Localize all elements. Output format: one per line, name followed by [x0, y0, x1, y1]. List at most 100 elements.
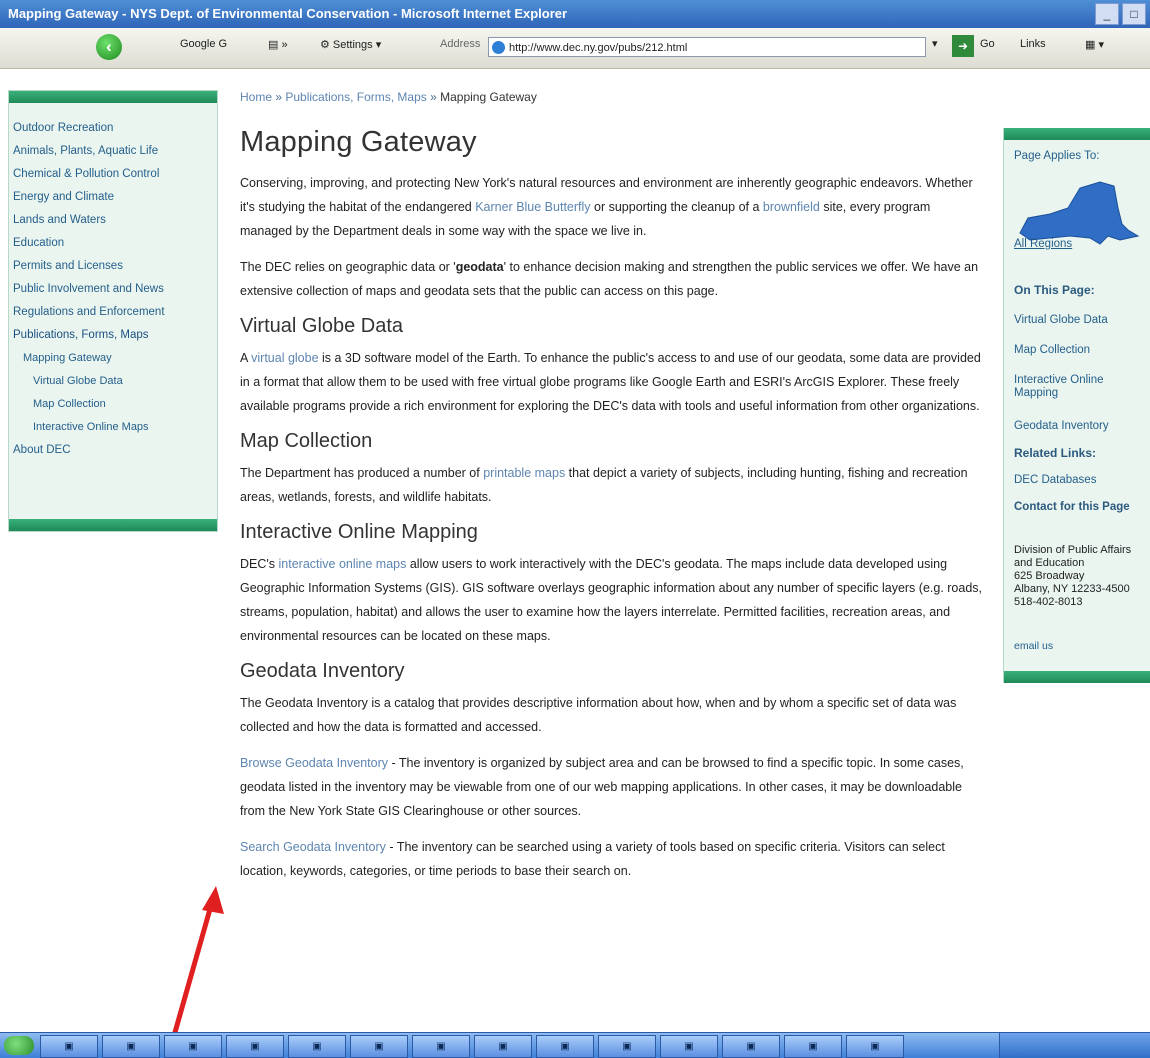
- mc-text-a: The Department has produced a number of: [240, 466, 484, 480]
- system-tray[interactable]: [999, 1033, 1150, 1058]
- karner-blue-link[interactable]: Karner Blue Butterfly: [475, 200, 590, 214]
- browse-geodata-link[interactable]: Browse Geodata Inventory: [240, 756, 388, 770]
- go-button[interactable]: ➜: [952, 35, 974, 57]
- virtual-globe-paragraph: A virtual globe is a 3D software model o…: [240, 346, 985, 418]
- nav-item-lands-waters[interactable]: Lands and Waters: [13, 209, 217, 232]
- search-geodata-link[interactable]: Search Geodata Inventory: [240, 840, 386, 854]
- taskbar-tasks: ▣ ▣ ▣ ▣ ▣ ▣ ▣ ▣ ▣ ▣ ▣ ▣ ▣ ▣: [40, 1035, 904, 1058]
- brownfield-link[interactable]: brownfield: [763, 200, 820, 214]
- taskbar-item[interactable]: ▣: [474, 1035, 532, 1058]
- nav-item-energy-climate[interactable]: Energy and Climate: [13, 186, 217, 209]
- nav-item-animals-plants[interactable]: Animals, Plants, Aquatic Life: [13, 140, 217, 163]
- taskbar-item[interactable]: ▣: [102, 1035, 160, 1058]
- dropdown-arrow-icon[interactable]: ▾: [932, 37, 938, 50]
- virtual-globe-link[interactable]: virtual globe: [251, 351, 318, 365]
- breadcrumb-separator: »: [275, 90, 286, 104]
- nav-item-permits-licenses[interactable]: Permits and Licenses: [13, 255, 217, 278]
- left-navigation: Outdoor Recreation Animals, Plants, Aqua…: [8, 90, 218, 532]
- taskbar-item[interactable]: ▣: [226, 1035, 284, 1058]
- breadcrumb-home-link[interactable]: Home: [240, 90, 272, 104]
- back-button[interactable]: ‹: [96, 34, 122, 60]
- nav-item-education[interactable]: Education: [13, 232, 217, 255]
- window-titlebar: Mapping Gateway - NYS Dept. of Environme…: [0, 0, 1150, 28]
- otp-link-interactive[interactable]: Interactive Online Mapping: [1014, 374, 1134, 400]
- nav-item-public-involvement[interactable]: Public Involvement and News: [13, 278, 217, 301]
- address-bar[interactable]: http://www.dec.ny.gov/pubs/212.html: [488, 37, 926, 57]
- breadcrumb: Home » Publications, Forms, Maps » Mappi…: [240, 90, 985, 112]
- nav-item-publications[interactable]: Publications, Forms, Maps: [13, 324, 217, 347]
- search-paragraph: Search Geodata Inventory - The inventory…: [240, 835, 985, 883]
- taskbar-item[interactable]: ▣: [288, 1035, 346, 1058]
- intro-paragraph-2: The DEC relies on geographic data or 'ge…: [240, 255, 985, 303]
- interactive-maps-link[interactable]: interactive online maps: [279, 557, 407, 571]
- otp-link-map-collection[interactable]: Map Collection: [1014, 344, 1090, 356]
- taskbar-item[interactable]: ▣: [164, 1035, 222, 1058]
- intro2-text-a: The DEC relies on geographic data or ': [240, 260, 456, 274]
- nav-item-mapping-gateway[interactable]: Mapping Gateway: [13, 347, 217, 370]
- settings-button[interactable]: ⚙ Settings ▾: [320, 38, 381, 51]
- window-title: Mapping Gateway - NYS Dept. of Environme…: [8, 6, 568, 21]
- taskbar-item[interactable]: ▣: [350, 1035, 408, 1058]
- right-sidebar: Page Applies To: All Regions On This Pag…: [1003, 128, 1150, 683]
- intro1-text-b: or supporting the cleanup of a: [590, 200, 763, 214]
- taskbar-item[interactable]: ▣: [722, 1035, 780, 1058]
- breadcrumb-publications-link[interactable]: Publications, Forms, Maps: [285, 90, 426, 104]
- browser-toolbar: ‹ Google G ▤ » ⚙ Settings ▾ Address http…: [0, 28, 1150, 69]
- taskbar-item[interactable]: ▣: [40, 1035, 98, 1058]
- taskbar-item[interactable]: ▣: [784, 1035, 842, 1058]
- otp-link-geodata[interactable]: Geodata Inventory: [1014, 420, 1109, 432]
- breadcrumb-current: Mapping Gateway: [440, 90, 537, 104]
- taskbar-item[interactable]: ▣: [598, 1035, 656, 1058]
- links-label[interactable]: Links: [1020, 38, 1046, 50]
- nav-bottom-bar: [9, 519, 217, 531]
- red-annotation-arrow: [165, 886, 224, 1057]
- ie-page-icon: [492, 41, 505, 54]
- toolbar-extra-icon[interactable]: ▦ ▾: [1085, 38, 1104, 51]
- start-button[interactable]: [4, 1036, 34, 1055]
- address-value: http://www.dec.ny.gov/pubs/212.html: [509, 42, 688, 54]
- page-title: Mapping Gateway: [240, 126, 477, 158]
- taskbar-item[interactable]: ▣: [412, 1035, 470, 1058]
- printable-maps-link[interactable]: printable maps: [483, 466, 565, 480]
- nav-item-virtual-globe[interactable]: Virtual Globe Data: [13, 370, 217, 393]
- taskbar-item[interactable]: ▣: [846, 1035, 904, 1058]
- taskbar-item[interactable]: ▣: [536, 1035, 594, 1058]
- browse-paragraph: Browse Geodata Inventory - The inventory…: [240, 751, 985, 823]
- windows-taskbar: ▣ ▣ ▣ ▣ ▣ ▣ ▣ ▣ ▣ ▣ ▣ ▣ ▣ ▣: [0, 1032, 1150, 1058]
- breadcrumb-separator: »: [430, 90, 441, 104]
- vg-text-a: A: [240, 351, 252, 365]
- nav-item-map-collection[interactable]: Map Collection: [13, 393, 217, 416]
- heading-map-collection: Map Collection: [240, 430, 373, 452]
- nav-item-regulations[interactable]: Regulations and Enforcement: [13, 301, 217, 324]
- all-regions-link[interactable]: All Regions: [1014, 238, 1072, 250]
- heading-interactive-mapping: Interactive Online Mapping: [240, 521, 478, 543]
- nav-item-chemical-pollution[interactable]: Chemical & Pollution Control: [13, 163, 217, 186]
- geodata-term: geodata: [455, 260, 504, 274]
- intro-paragraph-1: Conserving, improving, and protecting Ne…: [240, 171, 985, 243]
- nav-item-outdoor-recreation[interactable]: Outdoor Recreation: [13, 117, 217, 140]
- heading-virtual-globe: Virtual Globe Data: [240, 315, 404, 337]
- related-links-heading: Related Links:: [1014, 446, 1097, 460]
- nav-item-interactive-maps[interactable]: Interactive Online Maps: [13, 416, 217, 439]
- nav-item-about-dec[interactable]: About DEC: [13, 439, 217, 462]
- address-label: Address: [440, 38, 481, 50]
- im-text-a: DEC's: [240, 557, 279, 571]
- window-controls: _ □: [1095, 3, 1146, 25]
- contact-address: Division of Public Affairs and Education…: [1014, 544, 1132, 608]
- taskbar-item[interactable]: ▣: [660, 1035, 718, 1058]
- dec-databases-link[interactable]: DEC Databases: [1014, 474, 1096, 486]
- maximize-button[interactable]: □: [1122, 3, 1146, 25]
- email-us-link[interactable]: email us: [1014, 640, 1053, 652]
- otp-link-virtual-globe[interactable]: Virtual Globe Data: [1014, 314, 1108, 326]
- map-collection-paragraph: The Department has produced a number of …: [240, 461, 985, 509]
- contact-heading: Contact for this Page: [1014, 501, 1130, 513]
- on-this-page-heading: On This Page:: [1014, 283, 1095, 297]
- nav-top-bar: [9, 91, 217, 103]
- toolbar-icon-group[interactable]: ▤ »: [268, 38, 288, 51]
- go-label[interactable]: Go: [980, 38, 995, 50]
- page-applies-label: Page Applies To:: [1014, 150, 1100, 162]
- sidebar-top-bar: [1004, 128, 1150, 140]
- minimize-button[interactable]: _: [1095, 3, 1119, 25]
- sidebar-bottom-bar: [1004, 671, 1150, 683]
- google-toolbar-label[interactable]: Google G: [180, 38, 227, 50]
